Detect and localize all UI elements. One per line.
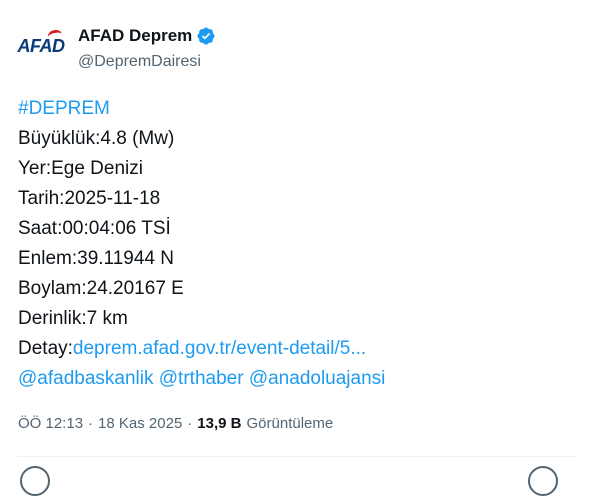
tweet-text: #DEPREM Büyüklük:4.8 (Mw) Yer:Ege Denizi… <box>18 94 385 394</box>
tweet-header: AFAD AFAD Deprem @DepremDairesi <box>17 22 577 74</box>
verified-badge-icon <box>197 27 215 45</box>
tweet-date[interactable]: 18 Kas 2025 <box>98 414 182 434</box>
display-name-row: AFAD Deprem <box>78 25 216 47</box>
hashtag-link[interactable]: #DEPREM <box>18 94 385 124</box>
views-label: Görüntüleme <box>246 415 334 432</box>
meta-separator: · <box>88 415 94 432</box>
share-icon[interactable] <box>528 466 558 496</box>
reply-icon[interactable] <box>20 466 50 496</box>
views-count: 13,9 B <box>197 415 242 432</box>
divider <box>18 456 577 457</box>
detail-label: Detay: <box>18 338 73 359</box>
mention-trthaber[interactable]: @trthaber <box>159 368 244 389</box>
magnitude-line: Büyüklük:4.8 (Mw) <box>18 128 175 149</box>
display-name[interactable]: AFAD Deprem <box>78 25 192 47</box>
tweet-time[interactable]: ÖÖ 12:13 <box>18 414 83 434</box>
mention-afadbaskanlik[interactable]: @afadbaskanlik <box>18 368 153 389</box>
depth-line: Derinlik:7 km <box>18 308 128 329</box>
date-line: Tarih:2025-11-18 <box>18 188 161 209</box>
author-names: AFAD Deprem @DepremDairesi <box>78 25 216 73</box>
longitude-line: Boylam:24.20167 E <box>18 278 184 299</box>
avatar[interactable]: AFAD <box>17 22 65 70</box>
tweet-meta: ÖÖ 12:13 · 18 Kas 2025 · 13,9 B Görüntül… <box>18 414 333 434</box>
logo-swoosh-icon <box>46 28 63 42</box>
afad-logo: AFAD <box>18 28 65 57</box>
meta-separator: · <box>187 415 193 432</box>
mentions-line: @afadbaskanlik @trthaber @anadoluajansi <box>18 364 385 394</box>
detail-line: Detay:deprem.afad.gov.tr/event-detail/5.… <box>18 334 385 364</box>
location-line: Yer:Ege Denizi <box>18 158 143 179</box>
time-line: Saat:00:04:06 TSİ <box>18 218 171 239</box>
handle[interactable]: @DepremDairesi <box>78 51 216 73</box>
detail-link[interactable]: deprem.afad.gov.tr/event-detail/5... <box>73 338 366 359</box>
latitude-line: Enlem:39.11944 N <box>18 248 174 269</box>
mention-anadoluajansi[interactable]: @anadoluajansi <box>249 368 386 389</box>
